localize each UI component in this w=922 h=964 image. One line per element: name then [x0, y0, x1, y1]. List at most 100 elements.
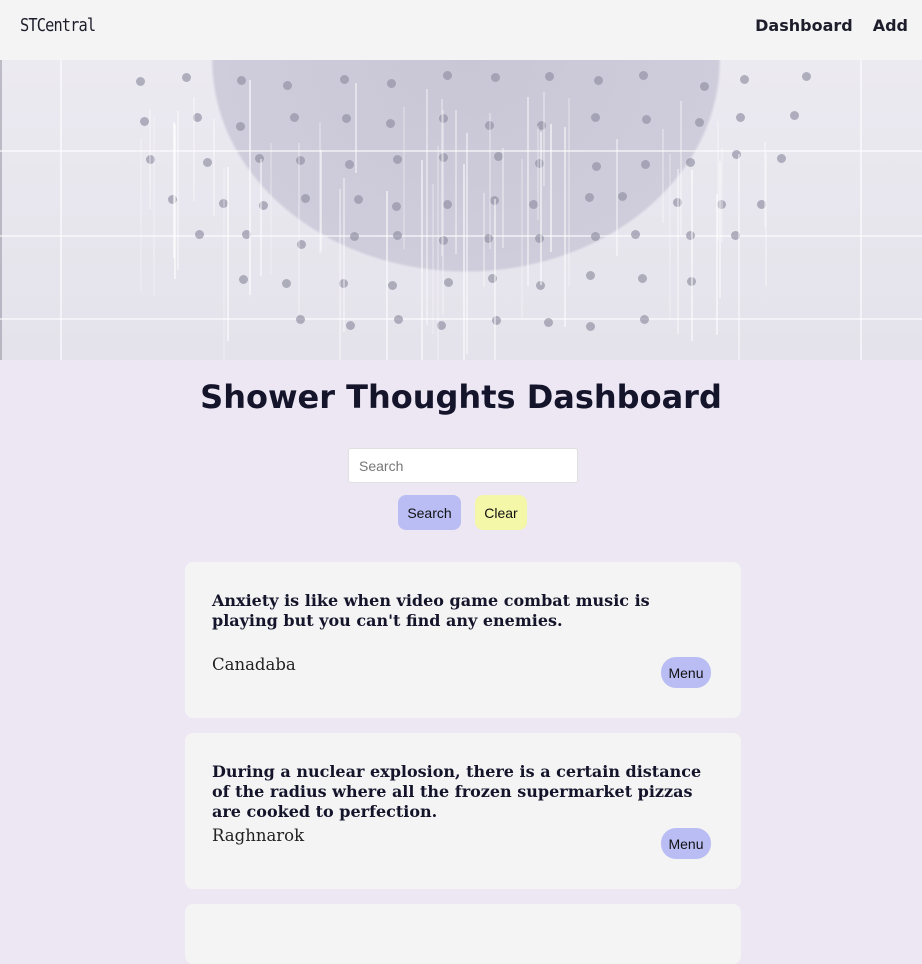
water-stream: [501, 148, 504, 248]
shower-nozzle: [593, 75, 603, 85]
shower-nozzle: [392, 201, 402, 211]
water-stream: [568, 98, 571, 287]
water-stream: [319, 150, 322, 252]
water-stream: [721, 148, 724, 242]
water-stream: [148, 109, 151, 209]
shower-nozzle: [617, 191, 627, 201]
shower-nozzle: [630, 230, 640, 239]
thought-text: During a nuclear explosion, there is a c…: [212, 762, 702, 821]
hero-image-shower-head: [0, 60, 922, 360]
shower-nozzle: [282, 279, 292, 289]
water-stream: [536, 126, 539, 221]
shower-nozzle: [290, 112, 300, 122]
search-input[interactable]: [348, 448, 578, 483]
water-stream: [213, 119, 216, 216]
shower-nozzle: [544, 318, 554, 328]
shower-nozzle: [345, 320, 355, 330]
water-stream: [463, 164, 466, 360]
water-stream: [385, 190, 388, 360]
water-stream: [542, 91, 545, 187]
card-menu-button[interactable]: Menu: [661, 657, 711, 688]
water-stream: [152, 117, 155, 296]
search-button[interactable]: Search: [398, 495, 461, 530]
water-stream: [483, 193, 486, 288]
shower-nozzle: [591, 231, 601, 241]
water-stream: [442, 110, 445, 316]
thought-author: Canadaba: [212, 655, 296, 674]
water-stream: [718, 160, 721, 298]
water-stream: [222, 167, 225, 360]
water-stream: [421, 160, 424, 360]
shower-nozzle: [686, 157, 696, 167]
water-stream: [259, 158, 262, 277]
shower-nozzle: [386, 119, 396, 129]
shower-nozzle: [790, 111, 800, 121]
water-stream: [432, 183, 435, 335]
water-stream: [297, 142, 300, 314]
shower-nozzle: [388, 281, 398, 291]
shower-nozzle: [282, 80, 292, 90]
shower-nozzle: [590, 112, 600, 122]
shower-nozzle: [344, 160, 354, 170]
shower-nozzle: [700, 81, 710, 91]
shower-nozzle: [442, 70, 452, 80]
page-title: Shower Thoughts Dashboard: [200, 378, 722, 416]
shower-nozzle: [136, 76, 146, 86]
shower-nozzle: [586, 270, 596, 280]
water-stream: [669, 153, 672, 321]
water-stream: [691, 170, 694, 342]
water-stream: [436, 146, 439, 360]
water-stream: [549, 124, 552, 253]
shower-nozzle: [194, 230, 204, 240]
water-stream: [426, 89, 429, 325]
thought-author: Raghnarok: [212, 826, 305, 845]
water-stream: [193, 97, 196, 201]
nav-link-dashboard[interactable]: Dashboard: [755, 16, 853, 35]
thought-card: [185, 904, 741, 964]
shower-nozzle: [349, 231, 359, 241]
shower-nozzle: [393, 315, 403, 325]
water-stream: [679, 101, 682, 237]
shower-nozzle: [544, 71, 554, 81]
clear-button[interactable]: Clear: [475, 495, 527, 530]
thought-text: Anxiety is like when video game combat m…: [212, 591, 650, 630]
shower-nozzle: [685, 231, 695, 241]
water-stream: [338, 188, 341, 360]
card-menu-button[interactable]: Menu: [661, 828, 711, 859]
navbar: STCentral Dashboard Add: [0, 0, 922, 60]
shower-nozzle: [584, 193, 594, 203]
shower-nozzle: [640, 314, 650, 324]
water-stream: [676, 169, 679, 334]
shower-nozzle: [591, 161, 601, 171]
water-stream: [738, 154, 741, 360]
water-stream: [354, 83, 357, 173]
water-stream: [765, 153, 768, 287]
water-stream: [488, 113, 491, 249]
shower-nozzle: [638, 273, 648, 283]
nav-link-add[interactable]: Add: [873, 16, 908, 35]
water-stream: [466, 133, 469, 355]
shower-nozzle: [642, 114, 652, 124]
shower-nozzle: [694, 117, 704, 127]
shower-nozzle: [236, 76, 246, 86]
water-stream: [494, 198, 497, 360]
shower-nozzle: [640, 160, 650, 170]
shower-nozzle: [340, 74, 350, 84]
water-stream: [455, 110, 458, 255]
water-stream: [403, 106, 406, 250]
shower-nozzle: [586, 321, 596, 331]
shower-nozzle: [341, 113, 351, 123]
water-stream: [539, 131, 542, 286]
shower-nozzle: [392, 155, 402, 165]
shower-nozzle: [139, 116, 149, 126]
shower-nozzle: [735, 112, 745, 122]
shower-nozzle: [491, 72, 501, 82]
shower-nozzle: [393, 230, 403, 240]
brand-logo[interactable]: STCentral: [20, 15, 96, 36]
shower-nozzle: [203, 157, 213, 167]
shower-nozzle: [776, 154, 786, 164]
water-stream: [564, 126, 566, 328]
shower-nozzle: [639, 70, 649, 80]
shower-nozzle: [353, 195, 363, 205]
water-stream: [343, 178, 346, 332]
